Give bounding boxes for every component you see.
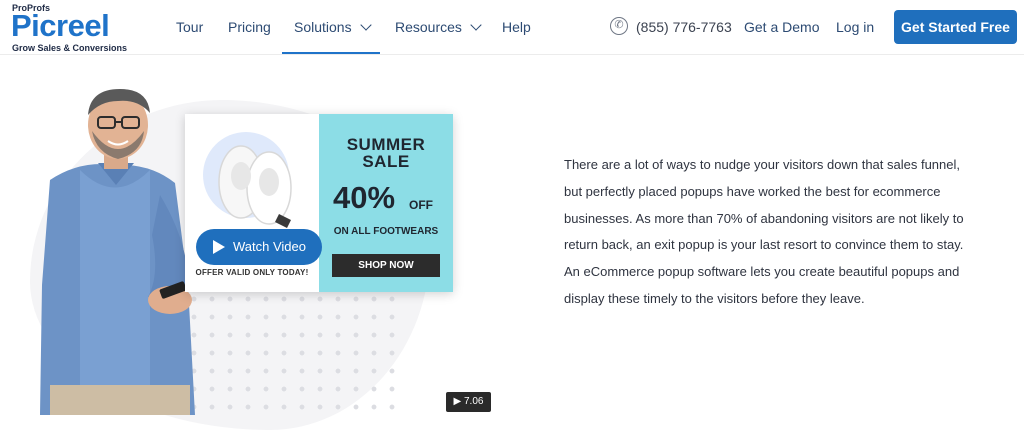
nav-help-label: Help (502, 19, 531, 35)
phone-link[interactable]: ✆ (855) 776-7763 (610, 0, 732, 55)
decorative-dot-grid (185, 290, 395, 410)
nav-resources-label: Resources (395, 19, 462, 35)
chevron-down-icon (470, 19, 482, 31)
logo-wordmark: Picreel (11, 8, 110, 43)
login-link[interactable]: Log in (836, 0, 874, 55)
nav-solutions-label: Solutions (294, 19, 352, 35)
video-duration-badge: ▶ 7.06 (446, 392, 491, 412)
nav-active-indicator (282, 52, 380, 54)
sale-title-line1: SUMMER (346, 135, 426, 154)
get-started-button[interactable]: Get Started Free (894, 10, 1017, 44)
phone-icon: ✆ (610, 17, 628, 36)
nav-tour[interactable]: Tour (176, 0, 203, 55)
site-header: ProProfs Picreel Grow Sales & Conversion… (0, 0, 1024, 55)
popup-offer-panel: SUMMER SALE 40% OFF ON ALL FOOTWEARS SHO… (319, 114, 453, 292)
play-icon (213, 240, 225, 254)
nav-pricing-label: Pricing (228, 19, 271, 35)
shop-now-button[interactable]: SHOP NOW (332, 254, 440, 277)
get-demo-label: Get a Demo (744, 19, 820, 35)
nav-tour-label: Tour (176, 19, 204, 35)
popup-image-panel: OFFER VALID ONLY TODAY! (185, 114, 319, 292)
watch-video-label: Watch Video (233, 239, 306, 254)
get-demo-link[interactable]: Get a Demo (744, 0, 819, 55)
discount-percent: 40% (333, 180, 396, 215)
sale-title-line2: SALE (362, 152, 410, 171)
nav-pricing[interactable]: Pricing (228, 0, 271, 55)
man-with-phone-image (40, 89, 195, 415)
logo-tagline: Grow Sales & Conversions (12, 43, 128, 53)
sale-subtitle: ON ALL FOOTWEARS (333, 226, 439, 237)
chevron-down-icon (359, 19, 372, 31)
nav-resources[interactable]: Resources (395, 0, 482, 55)
watch-video-button[interactable]: Watch Video (196, 229, 322, 265)
nav-help[interactable]: Help (502, 0, 531, 55)
sale-title: SUMMER SALE (319, 136, 453, 170)
hero-description: There are a lot of ways to nudge your vi… (564, 157, 964, 306)
nav-solutions[interactable]: Solutions (294, 0, 372, 55)
phone-number: (855) 776-7763 (636, 19, 732, 35)
sale-popup-card: OFFER VALID ONLY TODAY! SUMMER SALE 40% … (185, 114, 453, 292)
offer-valid-note: OFFER VALID ONLY TODAY! (195, 268, 309, 277)
picreel-logo[interactable]: ProProfs Picreel Grow Sales & Conversion… (11, 3, 142, 53)
discount-off-label: OFF (409, 198, 433, 212)
sneakers-image (218, 145, 292, 228)
login-label: Log in (836, 19, 875, 35)
